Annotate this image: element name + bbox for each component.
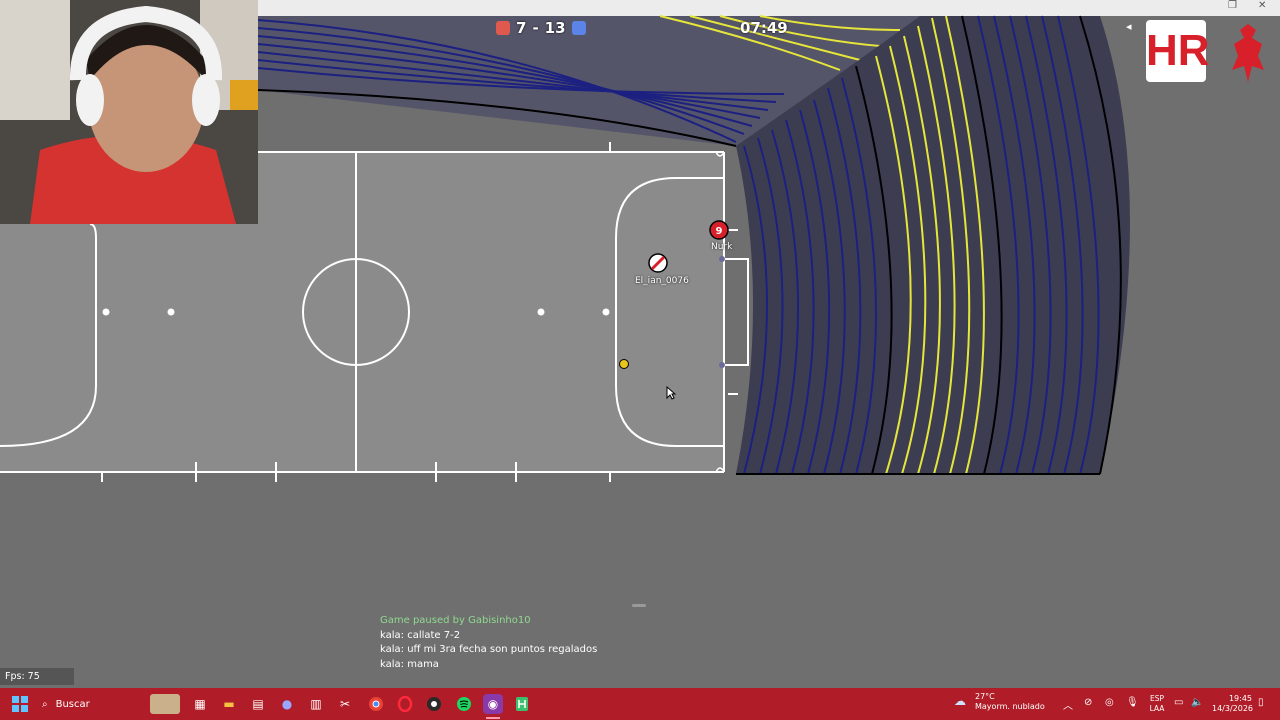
language-code: ESP xyxy=(1149,694,1165,703)
score-separator: - xyxy=(532,19,539,37)
weather-widget[interactable]: 27°C Mayorm. nublado xyxy=(975,692,1045,712)
weather-temperature: 27°C xyxy=(975,692,995,701)
search-icon: ⌕ xyxy=(42,698,48,710)
spotify-icon[interactable] xyxy=(454,694,474,714)
red-score: 7 xyxy=(516,19,527,37)
player-number: 9 xyxy=(716,226,723,237)
ball xyxy=(619,359,629,369)
tray-steam-icon[interactable]: ◎ xyxy=(1105,697,1114,708)
store-icon[interactable]: ▦ xyxy=(190,694,210,714)
snipping-icon[interactable]: ✂ xyxy=(335,694,355,714)
webcam-feed xyxy=(0,0,258,224)
language-indicator[interactable]: ESP LAA xyxy=(1148,694,1166,714)
calculator-icon[interactable]: ▤ xyxy=(248,694,268,714)
hr-logo: HR xyxy=(1146,20,1210,82)
files-icon[interactable]: ▬ xyxy=(219,694,239,714)
player-name-nurk: Nurk xyxy=(711,242,733,252)
search-placeholder: Buscar xyxy=(55,698,90,710)
fps-counter: Fps: 75 xyxy=(0,668,74,685)
chat-system-message: Game paused by Gabisinho10 xyxy=(380,615,531,626)
weather-icon[interactable]: ☁ xyxy=(954,694,970,708)
red-team-square xyxy=(496,21,510,35)
volume-icon[interactable]: 🔈 xyxy=(1191,697,1203,708)
microphone-icon[interactable]: 🎙 xyxy=(1126,697,1139,708)
match-timer: 07:49 xyxy=(740,19,788,37)
tray-app-icon[interactable]: ⊘ xyxy=(1084,697,1092,708)
chat-message: kala: mama xyxy=(380,658,439,670)
chat-log: Game paused by Gabisinho10 kala: callate… xyxy=(380,614,700,672)
discord-icon[interactable]: ◉ xyxy=(483,694,503,714)
hr-logo-text: HR xyxy=(1146,26,1210,75)
chrome-icon[interactable] xyxy=(366,694,386,714)
windows-icon[interactable] xyxy=(10,694,30,714)
scoreboard: 7 - 13 xyxy=(496,19,586,37)
blue-team-square xyxy=(571,21,586,35)
chat-message: kala: callate 7-2 xyxy=(380,629,461,641)
chat-handle[interactable] xyxy=(632,604,646,607)
haxball-icon[interactable] xyxy=(512,694,532,714)
notifications-icon[interactable]: ▯ xyxy=(1258,697,1264,708)
taskbar-clock[interactable]: 19:45 14/3/2026 xyxy=(1212,694,1254,714)
blue-score: 13 xyxy=(544,19,566,37)
clock-date: 14/3/2026 xyxy=(1212,704,1254,713)
restore-window-icon[interactable]: ❐ xyxy=(1228,0,1237,11)
mouse-cursor-icon xyxy=(666,386,676,400)
keyboard-layout: LAA xyxy=(1149,704,1165,713)
speaker-icon[interactable]: ◂ xyxy=(1126,20,1132,33)
chat-message: kala: uff mi 3ra fecha son puntos regala… xyxy=(380,644,598,655)
notepad-icon[interactable]: ▥ xyxy=(306,694,326,714)
weather-description: Mayorm. nublado xyxy=(975,702,1045,711)
player-name-el-ian: El_ian_0076 xyxy=(635,276,689,286)
widgets-icon[interactable] xyxy=(150,694,180,714)
network-icon[interactable]: ▭ xyxy=(1174,697,1183,708)
liverbird-logo xyxy=(1232,24,1264,82)
tray-chevron-icon[interactable]: ︿ xyxy=(1063,697,1073,712)
obs-icon[interactable] xyxy=(424,694,444,714)
active-app-indicator xyxy=(486,717,500,719)
close-window-icon[interactable]: ✕ xyxy=(1258,0,1266,11)
opera-icon[interactable] xyxy=(395,694,415,714)
webcam-overlay xyxy=(0,0,258,224)
teams-icon[interactable]: ● xyxy=(277,694,297,714)
clock-time: 19:45 xyxy=(1228,694,1252,703)
player-el-ian[interactable] xyxy=(648,253,668,273)
player-red-9[interactable]: 9 xyxy=(709,220,729,240)
